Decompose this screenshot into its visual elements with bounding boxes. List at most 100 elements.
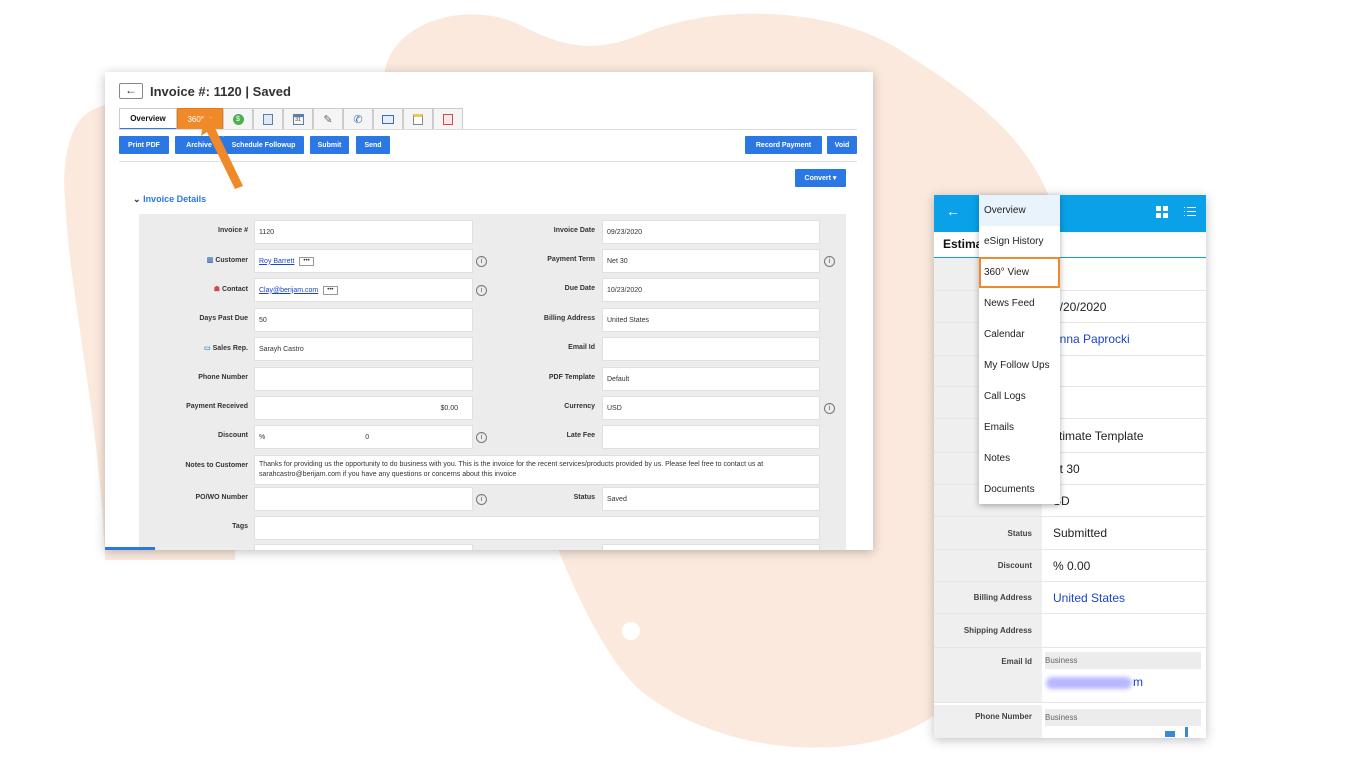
mobile-row-value[interactable]: Submitted: [1053, 517, 1107, 549]
label-tags: Tags: [232, 523, 248, 530]
email-type-label: Business: [1045, 652, 1201, 669]
list-view-icon[interactable]: [1184, 207, 1196, 217]
discount-info-icon[interactable]: i: [476, 432, 487, 443]
payment-term-info-icon[interactable]: i: [824, 256, 835, 267]
section-invoice-details[interactable]: ⌄ Invoice Details: [133, 194, 206, 205]
mobile-row-value[interactable]: % 0.00: [1053, 550, 1090, 581]
void-button[interactable]: Void: [827, 136, 857, 154]
status-field[interactable]: Saved: [602, 487, 820, 511]
currency-field[interactable]: USD: [602, 396, 820, 420]
mobile-estimate-panel: ← Estima 9 E1/20/2020 enna Paprocki Ex s…: [934, 195, 1206, 738]
payment-term-field[interactable]: Net 30: [602, 249, 820, 273]
po-number-field[interactable]: [254, 487, 473, 511]
back-arrow-icon[interactable]: ←: [946, 203, 960, 219]
label-payment-term: Payment Term: [547, 256, 595, 263]
contact-link[interactable]: Clay@berijam.com: [259, 287, 318, 294]
discount-unit: %: [259, 433, 266, 441]
notes-field[interactable]: Thanks for providing us the opportunity …: [254, 455, 820, 485]
menu-item-calendar[interactable]: Calendar: [979, 319, 1060, 350]
payment-received-field[interactable]: $0.00: [254, 396, 473, 420]
menu-item-overview[interactable]: Overview: [979, 195, 1060, 226]
sales-rep-field[interactable]: Sarayh Castro: [254, 337, 473, 361]
contact-field[interactable]: Clay@berijam.com •••: [254, 278, 473, 302]
page-title: Invoice #: 1120 | Saved: [150, 84, 291, 99]
customer-more-button[interactable]: •••: [299, 256, 314, 266]
mobile-phone-label: Phone Number: [934, 705, 1042, 738]
send-button[interactable]: Send: [356, 136, 390, 154]
discount-field[interactable]: % 0: [254, 425, 473, 449]
invoice-details-grid: Invoice # ▥ Customer ☗ Contact Days Past…: [139, 214, 846, 550]
mobile-row-value[interactable]: enna Paprocki: [1053, 323, 1130, 355]
extra-field-left[interactable]: [254, 544, 473, 550]
tab-pin[interactable]: ✎: [313, 108, 343, 130]
record-payment-button[interactable]: Record Payment: [745, 136, 822, 154]
document-icon: [263, 114, 273, 125]
mobile-row-value[interactable]: 1/20/2020: [1053, 291, 1106, 322]
label-late-fee: Late Fee: [566, 432, 595, 439]
mobile-row: SD: [934, 485, 1206, 517]
building-icon: ▥: [206, 257, 214, 264]
mobile-row-label: Billing Address: [934, 582, 1042, 613]
sms-icon[interactable]: [1165, 731, 1175, 737]
extra-field-right[interactable]: [602, 544, 820, 550]
menu-item-emails[interactable]: Emails: [979, 412, 1060, 443]
customer-field[interactable]: Roy Barrett •••: [254, 249, 473, 273]
menu-item-my-follow-ups[interactable]: My Follow Ups: [979, 350, 1060, 381]
submit-button[interactable]: Submit: [310, 136, 349, 154]
back-button[interactable]: ←: [119, 83, 143, 99]
billing-address-field[interactable]: United States: [602, 308, 820, 332]
pdf-template-field[interactable]: Default: [602, 367, 820, 391]
customer-info-icon[interactable]: i: [476, 256, 487, 267]
convert-dropdown[interactable]: Convert ▾: [795, 169, 846, 187]
menu-item-notes[interactable]: Notes: [979, 443, 1060, 474]
phone-field[interactable]: [254, 367, 473, 391]
tab-document[interactable]: [253, 108, 283, 130]
mobile-header: ←: [934, 195, 1206, 232]
mobile-row-label: Status: [934, 517, 1042, 549]
call-icon[interactable]: [1185, 727, 1188, 737]
print-pdf-button[interactable]: Print PDF: [119, 136, 169, 154]
tab-overview[interactable]: Overview: [119, 108, 177, 130]
days-past-due-field[interactable]: 50: [254, 308, 473, 332]
mobile-row: E1/20/2020: [934, 291, 1206, 323]
email-id-field[interactable]: [602, 337, 820, 361]
invoice-date-field[interactable]: 09/23/2020: [602, 220, 820, 244]
menu-item-esign-history[interactable]: eSign History: [979, 226, 1060, 257]
late-fee-field[interactable]: [602, 425, 820, 449]
label-payment-received: Payment Received: [186, 403, 248, 410]
mobile-row-value[interactable]: United States: [1053, 582, 1125, 613]
contact-info-icon[interactable]: i: [476, 285, 487, 296]
menu-item-news-feed[interactable]: News Feed: [979, 288, 1060, 319]
menu-item-360-view[interactable]: 360° View: [979, 257, 1060, 288]
tab-call[interactable]: ✆: [343, 108, 373, 130]
tab-notes[interactable]: [403, 108, 433, 130]
label-sales-rep: ▭ Sales Rep.: [204, 345, 248, 352]
customer-link[interactable]: Roy Barrett: [259, 258, 294, 265]
tab-email[interactable]: [373, 108, 403, 130]
mobile-row: Ex: [934, 356, 1206, 387]
email-tail[interactable]: m: [1133, 675, 1143, 689]
mobile-title: Estima: [943, 237, 983, 251]
mobile-row: enna Paprocki: [934, 323, 1206, 356]
mobile-row: Status Submitted: [934, 517, 1206, 550]
mobile-row: Billing Address United States: [934, 582, 1206, 614]
menu-item-call-logs[interactable]: Call Logs: [979, 381, 1060, 412]
currency-info-icon[interactable]: i: [824, 403, 835, 414]
tab-attachment[interactable]: [433, 108, 463, 130]
mobile-row-value[interactable]: stimate Template: [1053, 419, 1144, 452]
tab-calendar[interactable]: 31: [283, 108, 313, 130]
tags-field[interactable]: [254, 516, 820, 540]
label-discount: Discount: [218, 432, 248, 439]
mobile-row: Discount % 0.00: [934, 550, 1206, 582]
contact-more-button[interactable]: •••: [323, 285, 338, 295]
scroll-indicator: [105, 547, 155, 550]
attachment-icon: [443, 114, 453, 125]
invoice-no-field[interactable]: 1120: [254, 220, 473, 244]
label-billing-address: Billing Address: [543, 315, 595, 322]
grid-view-icon[interactable]: [1156, 206, 1168, 218]
po-info-icon[interactable]: i: [476, 494, 487, 505]
label-pdf-template: PDF Template: [548, 374, 595, 381]
menu-item-documents[interactable]: Documents: [979, 474, 1060, 505]
label-email-id: Email Id: [568, 344, 595, 351]
due-date-field[interactable]: 10/23/2020: [602, 278, 820, 302]
